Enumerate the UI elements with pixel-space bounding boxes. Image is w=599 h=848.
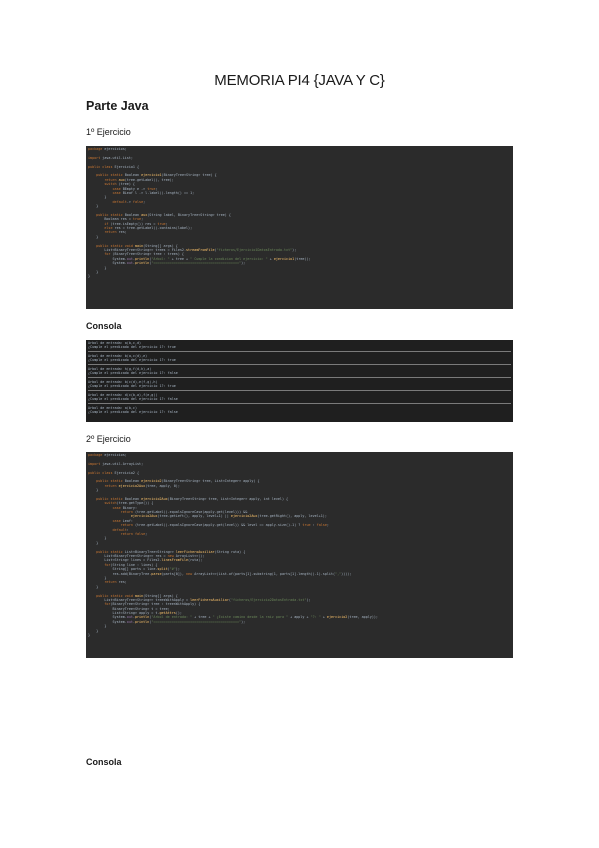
code-line: ¿Cumple el predicado del ejercicio 1?: f… — [88, 410, 178, 415]
console-separator — [88, 403, 511, 405]
code-line: ¿Cumple el predicado del ejercicio 1?: f… — [88, 371, 178, 376]
exercise-1-heading: 1º Ejercicio — [86, 127, 131, 137]
exercise-2-console-label: Consola — [86, 757, 122, 767]
console-separator — [88, 390, 511, 392]
exercise-1-console-screenshot: Arbol de entrada: a(b,c,d) ¿Cumple el pre… — [86, 340, 513, 422]
exercise-2-code-screenshot: package ejercicios; import java.util.Arra… — [86, 452, 513, 658]
code-line: ¿Cumple el predicado del ejercicio 1?: t… — [88, 358, 176, 363]
section-heading-java: Parte Java — [86, 99, 149, 113]
code-line: } — [88, 274, 91, 279]
exercise-2-heading: 2º Ejercicio — [86, 434, 131, 444]
code-line: ¿Cumple el predicado del ejercicio 1?: t… — [88, 345, 176, 350]
console-separator — [88, 351, 511, 353]
console-separator — [88, 377, 511, 379]
exercise-1-console-label: Consola — [86, 321, 122, 331]
code-line: } — [88, 633, 91, 638]
console-separator — [88, 364, 511, 366]
code-line: ¿Cumple el predicado del ejercicio 1?: f… — [88, 397, 178, 402]
exercise-1-code-screenshot: package ejercicios; import java.util.List… — [86, 146, 513, 309]
document-title: MEMORIA PI4 {JAVA Y C} — [214, 72, 385, 89]
code-line: ¿Cumple el predicado del ejercicio 1?: t… — [88, 384, 176, 389]
